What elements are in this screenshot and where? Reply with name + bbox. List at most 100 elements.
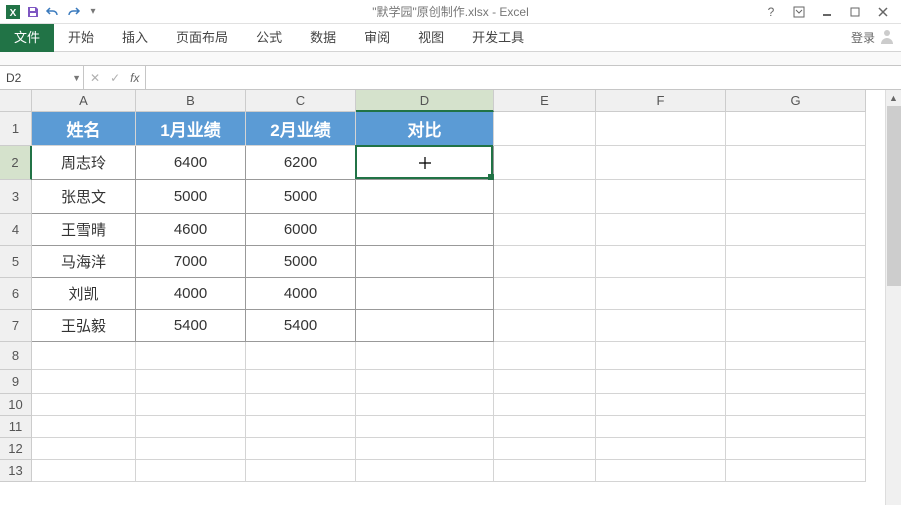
cell-E5[interactable] [494, 246, 596, 278]
cell-G3[interactable] [726, 180, 866, 214]
cell-A5[interactable]: 马海洋 [32, 246, 136, 278]
row-header-12[interactable]: 12 [0, 438, 32, 460]
cell-D7[interactable] [356, 310, 494, 342]
cell-D4[interactable] [356, 214, 494, 246]
cell-B9[interactable] [136, 370, 246, 394]
login-label[interactable]: 登录 [851, 29, 875, 46]
cell-E9[interactable] [494, 370, 596, 394]
cell-B12[interactable] [136, 438, 246, 460]
row-header-9[interactable]: 9 [0, 370, 32, 394]
cell-D2[interactable] [356, 146, 494, 180]
ribbon-tab-数据[interactable]: 数据 [296, 24, 350, 52]
row-header-5[interactable]: 5 [0, 246, 32, 278]
cell-C11[interactable] [246, 416, 356, 438]
cell-D5[interactable] [356, 246, 494, 278]
fx-icon[interactable]: fx [130, 71, 139, 85]
cell-G1[interactable] [726, 112, 866, 146]
cell-G6[interactable] [726, 278, 866, 310]
cancel-formula-icon[interactable]: ✕ [90, 71, 100, 85]
cell-G7[interactable] [726, 310, 866, 342]
cell-E10[interactable] [494, 394, 596, 416]
ribbon-tab-文件[interactable]: 文件 [0, 24, 54, 52]
minimize-button[interactable] [813, 0, 841, 24]
row-header-10[interactable]: 10 [0, 394, 32, 416]
name-box-dropdown-icon[interactable]: ▼ [72, 73, 81, 83]
formula-input[interactable] [146, 66, 901, 89]
qat-customize-icon[interactable]: ▾ [84, 3, 102, 21]
cell-C5[interactable]: 5000 [246, 246, 356, 278]
cell-C9[interactable] [246, 370, 356, 394]
scroll-thumb[interactable] [887, 106, 901, 286]
cell-C8[interactable] [246, 342, 356, 370]
cell-C3[interactable]: 5000 [246, 180, 356, 214]
cell-F2[interactable] [596, 146, 726, 180]
name-box[interactable]: D2 ▼ [0, 66, 84, 89]
ribbon-tab-开发工具[interactable]: 开发工具 [458, 24, 538, 52]
cell-C6[interactable]: 4000 [246, 278, 356, 310]
cell-A3[interactable]: 张思文 [32, 180, 136, 214]
cell-B8[interactable] [136, 342, 246, 370]
cell-A11[interactable] [32, 416, 136, 438]
cell-B2[interactable]: 6400 [136, 146, 246, 180]
close-button[interactable] [869, 0, 897, 24]
cell-A8[interactable] [32, 342, 136, 370]
cell-C12[interactable] [246, 438, 356, 460]
cell-D1[interactable]: 对比 [356, 112, 494, 146]
cell-B1[interactable]: 1月业绩 [136, 112, 246, 146]
row-header-4[interactable]: 4 [0, 214, 32, 246]
cell-C2[interactable]: 6200 [246, 146, 356, 180]
column-header-B[interactable]: B [136, 90, 246, 112]
cell-G11[interactable] [726, 416, 866, 438]
row-header-11[interactable]: 11 [0, 416, 32, 438]
cell-A7[interactable]: 王弘毅 [32, 310, 136, 342]
cell-D9[interactable] [356, 370, 494, 394]
cell-G10[interactable] [726, 394, 866, 416]
cell-C10[interactable] [246, 394, 356, 416]
cell-D6[interactable] [356, 278, 494, 310]
enter-formula-icon[interactable]: ✓ [110, 71, 120, 85]
column-header-A[interactable]: A [32, 90, 136, 112]
vertical-scrollbar[interactable]: ▲ [885, 90, 901, 505]
cell-C4[interactable]: 6000 [246, 214, 356, 246]
row-header-7[interactable]: 7 [0, 310, 32, 342]
cell-F9[interactable] [596, 370, 726, 394]
select-all-corner[interactable] [0, 90, 32, 112]
column-header-G[interactable]: G [726, 90, 866, 112]
cell-F10[interactable] [596, 394, 726, 416]
row-header-3[interactable]: 3 [0, 180, 32, 214]
cell-E6[interactable] [494, 278, 596, 310]
cells-area[interactable]: 姓名1月业绩2月业绩对比周志玲64006200张思文50005000王雪晴460… [32, 112, 866, 482]
cell-D10[interactable] [356, 394, 494, 416]
row-header-6[interactable]: 6 [0, 278, 32, 310]
cell-D12[interactable] [356, 438, 494, 460]
column-header-E[interactable]: E [494, 90, 596, 112]
cell-B11[interactable] [136, 416, 246, 438]
cell-C7[interactable]: 5400 [246, 310, 356, 342]
column-header-D[interactable]: D [356, 90, 494, 112]
cell-E1[interactable] [494, 112, 596, 146]
cell-E4[interactable] [494, 214, 596, 246]
cell-F11[interactable] [596, 416, 726, 438]
cell-E12[interactable] [494, 438, 596, 460]
cell-D8[interactable] [356, 342, 494, 370]
cell-F13[interactable] [596, 460, 726, 482]
cell-A2[interactable]: 周志玲 [32, 146, 136, 180]
cell-B6[interactable]: 4000 [136, 278, 246, 310]
scroll-up-icon[interactable]: ▲ [886, 90, 901, 106]
ribbon-tab-审阅[interactable]: 审阅 [350, 24, 404, 52]
cell-A12[interactable] [32, 438, 136, 460]
row-header-13[interactable]: 13 [0, 460, 32, 482]
cell-G9[interactable] [726, 370, 866, 394]
column-header-F[interactable]: F [596, 90, 726, 112]
cell-G5[interactable] [726, 246, 866, 278]
cell-G12[interactable] [726, 438, 866, 460]
cell-D13[interactable] [356, 460, 494, 482]
ribbon-tab-开始[interactable]: 开始 [54, 24, 108, 52]
cell-B7[interactable]: 5400 [136, 310, 246, 342]
cell-F8[interactable] [596, 342, 726, 370]
cell-B3[interactable]: 5000 [136, 180, 246, 214]
cell-B4[interactable]: 4600 [136, 214, 246, 246]
cell-F1[interactable] [596, 112, 726, 146]
cell-E2[interactable] [494, 146, 596, 180]
cell-A1[interactable]: 姓名 [32, 112, 136, 146]
